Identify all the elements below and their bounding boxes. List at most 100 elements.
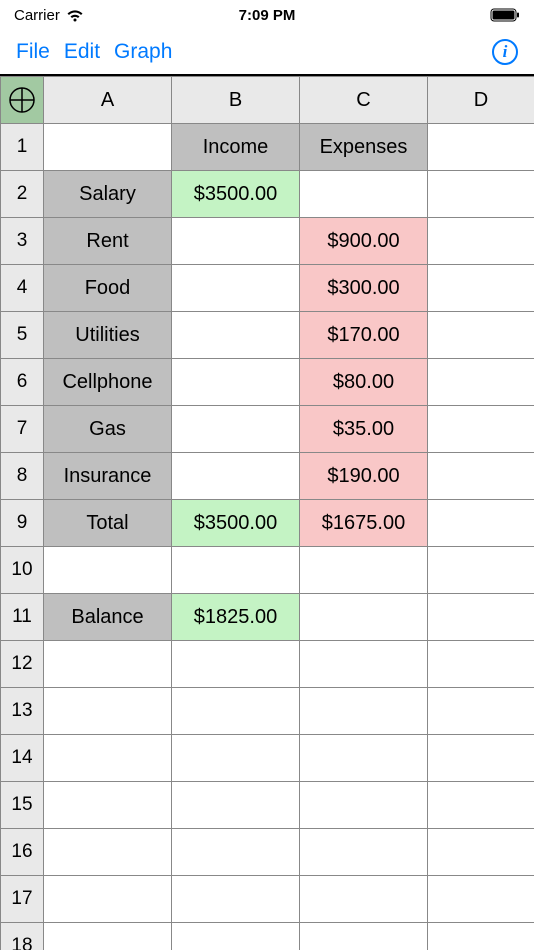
cell-A15[interactable] bbox=[44, 782, 172, 829]
cell-B17[interactable] bbox=[172, 876, 300, 923]
cell-B15[interactable] bbox=[172, 782, 300, 829]
row-header[interactable]: 1 bbox=[1, 124, 44, 171]
menu-graph[interactable]: Graph bbox=[114, 40, 172, 64]
cell-B1[interactable]: Income bbox=[172, 124, 300, 171]
cell-A2[interactable]: Salary bbox=[44, 171, 172, 218]
info-button[interactable]: i bbox=[492, 39, 518, 65]
cell-A1[interactable] bbox=[44, 124, 172, 171]
cell-C9[interactable]: $1675.00 bbox=[300, 500, 428, 547]
cell-B4[interactable] bbox=[172, 265, 300, 312]
cell-D2[interactable] bbox=[428, 171, 534, 218]
cell-D9[interactable] bbox=[428, 500, 534, 547]
col-header-A[interactable]: A bbox=[44, 77, 172, 124]
cell-C8[interactable]: $190.00 bbox=[300, 453, 428, 500]
row-header[interactable]: 10 bbox=[1, 547, 44, 594]
cell-D13[interactable] bbox=[428, 688, 534, 735]
col-header-D[interactable]: D bbox=[428, 77, 534, 124]
cell-B2[interactable]: $3500.00 bbox=[172, 171, 300, 218]
cell-A3[interactable]: Rent bbox=[44, 218, 172, 265]
status-bar: Carrier 7:09 PM bbox=[0, 0, 534, 30]
row-header[interactable]: 7 bbox=[1, 406, 44, 453]
cell-B13[interactable] bbox=[172, 688, 300, 735]
cell-A10[interactable] bbox=[44, 547, 172, 594]
cell-C1[interactable]: Expenses bbox=[300, 124, 428, 171]
cell-B12[interactable] bbox=[172, 641, 300, 688]
cell-C2[interactable] bbox=[300, 171, 428, 218]
cell-C10[interactable] bbox=[300, 547, 428, 594]
row-header[interactable]: 6 bbox=[1, 359, 44, 406]
row-header[interactable]: 11 bbox=[1, 594, 44, 641]
cell-C17[interactable] bbox=[300, 876, 428, 923]
col-header-B[interactable]: B bbox=[172, 77, 300, 124]
cell-C18[interactable] bbox=[300, 923, 428, 950]
cell-D10[interactable] bbox=[428, 547, 534, 594]
cell-D14[interactable] bbox=[428, 735, 534, 782]
cell-C16[interactable] bbox=[300, 829, 428, 876]
cell-C5[interactable]: $170.00 bbox=[300, 312, 428, 359]
row-header[interactable]: 16 bbox=[1, 829, 44, 876]
cell-D3[interactable] bbox=[428, 218, 534, 265]
row-header[interactable]: 5 bbox=[1, 312, 44, 359]
cell-C14[interactable] bbox=[300, 735, 428, 782]
row-header[interactable]: 12 bbox=[1, 641, 44, 688]
cell-D11[interactable] bbox=[428, 594, 534, 641]
cell-D7[interactable] bbox=[428, 406, 534, 453]
cell-B18[interactable] bbox=[172, 923, 300, 950]
cell-C13[interactable] bbox=[300, 688, 428, 735]
cell-A9[interactable]: Total bbox=[44, 500, 172, 547]
select-all-corner[interactable] bbox=[1, 77, 44, 124]
cell-D15[interactable] bbox=[428, 782, 534, 829]
cell-A4[interactable]: Food bbox=[44, 265, 172, 312]
menu-edit[interactable]: Edit bbox=[64, 40, 100, 64]
cell-C6[interactable]: $80.00 bbox=[300, 359, 428, 406]
row-header[interactable]: 13 bbox=[1, 688, 44, 735]
cell-A18[interactable] bbox=[44, 923, 172, 950]
cell-C15[interactable] bbox=[300, 782, 428, 829]
cell-C4[interactable]: $300.00 bbox=[300, 265, 428, 312]
cell-A5[interactable]: Utilities bbox=[44, 312, 172, 359]
row-header[interactable]: 8 bbox=[1, 453, 44, 500]
cell-B6[interactable] bbox=[172, 359, 300, 406]
cell-D18[interactable] bbox=[428, 923, 534, 950]
cell-D4[interactable] bbox=[428, 265, 534, 312]
cell-A6[interactable]: Cellphone bbox=[44, 359, 172, 406]
cell-D1[interactable] bbox=[428, 124, 534, 171]
cell-D16[interactable] bbox=[428, 829, 534, 876]
cell-D6[interactable] bbox=[428, 359, 534, 406]
row-header[interactable]: 4 bbox=[1, 265, 44, 312]
cell-C12[interactable] bbox=[300, 641, 428, 688]
menu-file[interactable]: File bbox=[16, 40, 50, 64]
col-header-C[interactable]: C bbox=[300, 77, 428, 124]
cell-B11[interactable]: $1825.00 bbox=[172, 594, 300, 641]
cell-A16[interactable] bbox=[44, 829, 172, 876]
row-header[interactable]: 17 bbox=[1, 876, 44, 923]
cell-A14[interactable] bbox=[44, 735, 172, 782]
row-header[interactable]: 2 bbox=[1, 171, 44, 218]
cell-A13[interactable] bbox=[44, 688, 172, 735]
cell-B5[interactable] bbox=[172, 312, 300, 359]
cell-A17[interactable] bbox=[44, 876, 172, 923]
cell-B7[interactable] bbox=[172, 406, 300, 453]
row-header[interactable]: 9 bbox=[1, 500, 44, 547]
row-header[interactable]: 15 bbox=[1, 782, 44, 829]
cell-B8[interactable] bbox=[172, 453, 300, 500]
row-header[interactable]: 18 bbox=[1, 923, 44, 950]
cell-C7[interactable]: $35.00 bbox=[300, 406, 428, 453]
row-header[interactable]: 14 bbox=[1, 735, 44, 782]
cell-D8[interactable] bbox=[428, 453, 534, 500]
cell-B9[interactable]: $3500.00 bbox=[172, 500, 300, 547]
cell-B14[interactable] bbox=[172, 735, 300, 782]
cell-A11[interactable]: Balance bbox=[44, 594, 172, 641]
cell-B16[interactable] bbox=[172, 829, 300, 876]
cell-C3[interactable]: $900.00 bbox=[300, 218, 428, 265]
cell-A12[interactable] bbox=[44, 641, 172, 688]
cell-B3[interactable] bbox=[172, 218, 300, 265]
cell-B10[interactable] bbox=[172, 547, 300, 594]
cell-A8[interactable]: Insurance bbox=[44, 453, 172, 500]
cell-D5[interactable] bbox=[428, 312, 534, 359]
cell-D12[interactable] bbox=[428, 641, 534, 688]
row-header[interactable]: 3 bbox=[1, 218, 44, 265]
cell-A7[interactable]: Gas bbox=[44, 406, 172, 453]
cell-C11[interactable] bbox=[300, 594, 428, 641]
cell-D17[interactable] bbox=[428, 876, 534, 923]
